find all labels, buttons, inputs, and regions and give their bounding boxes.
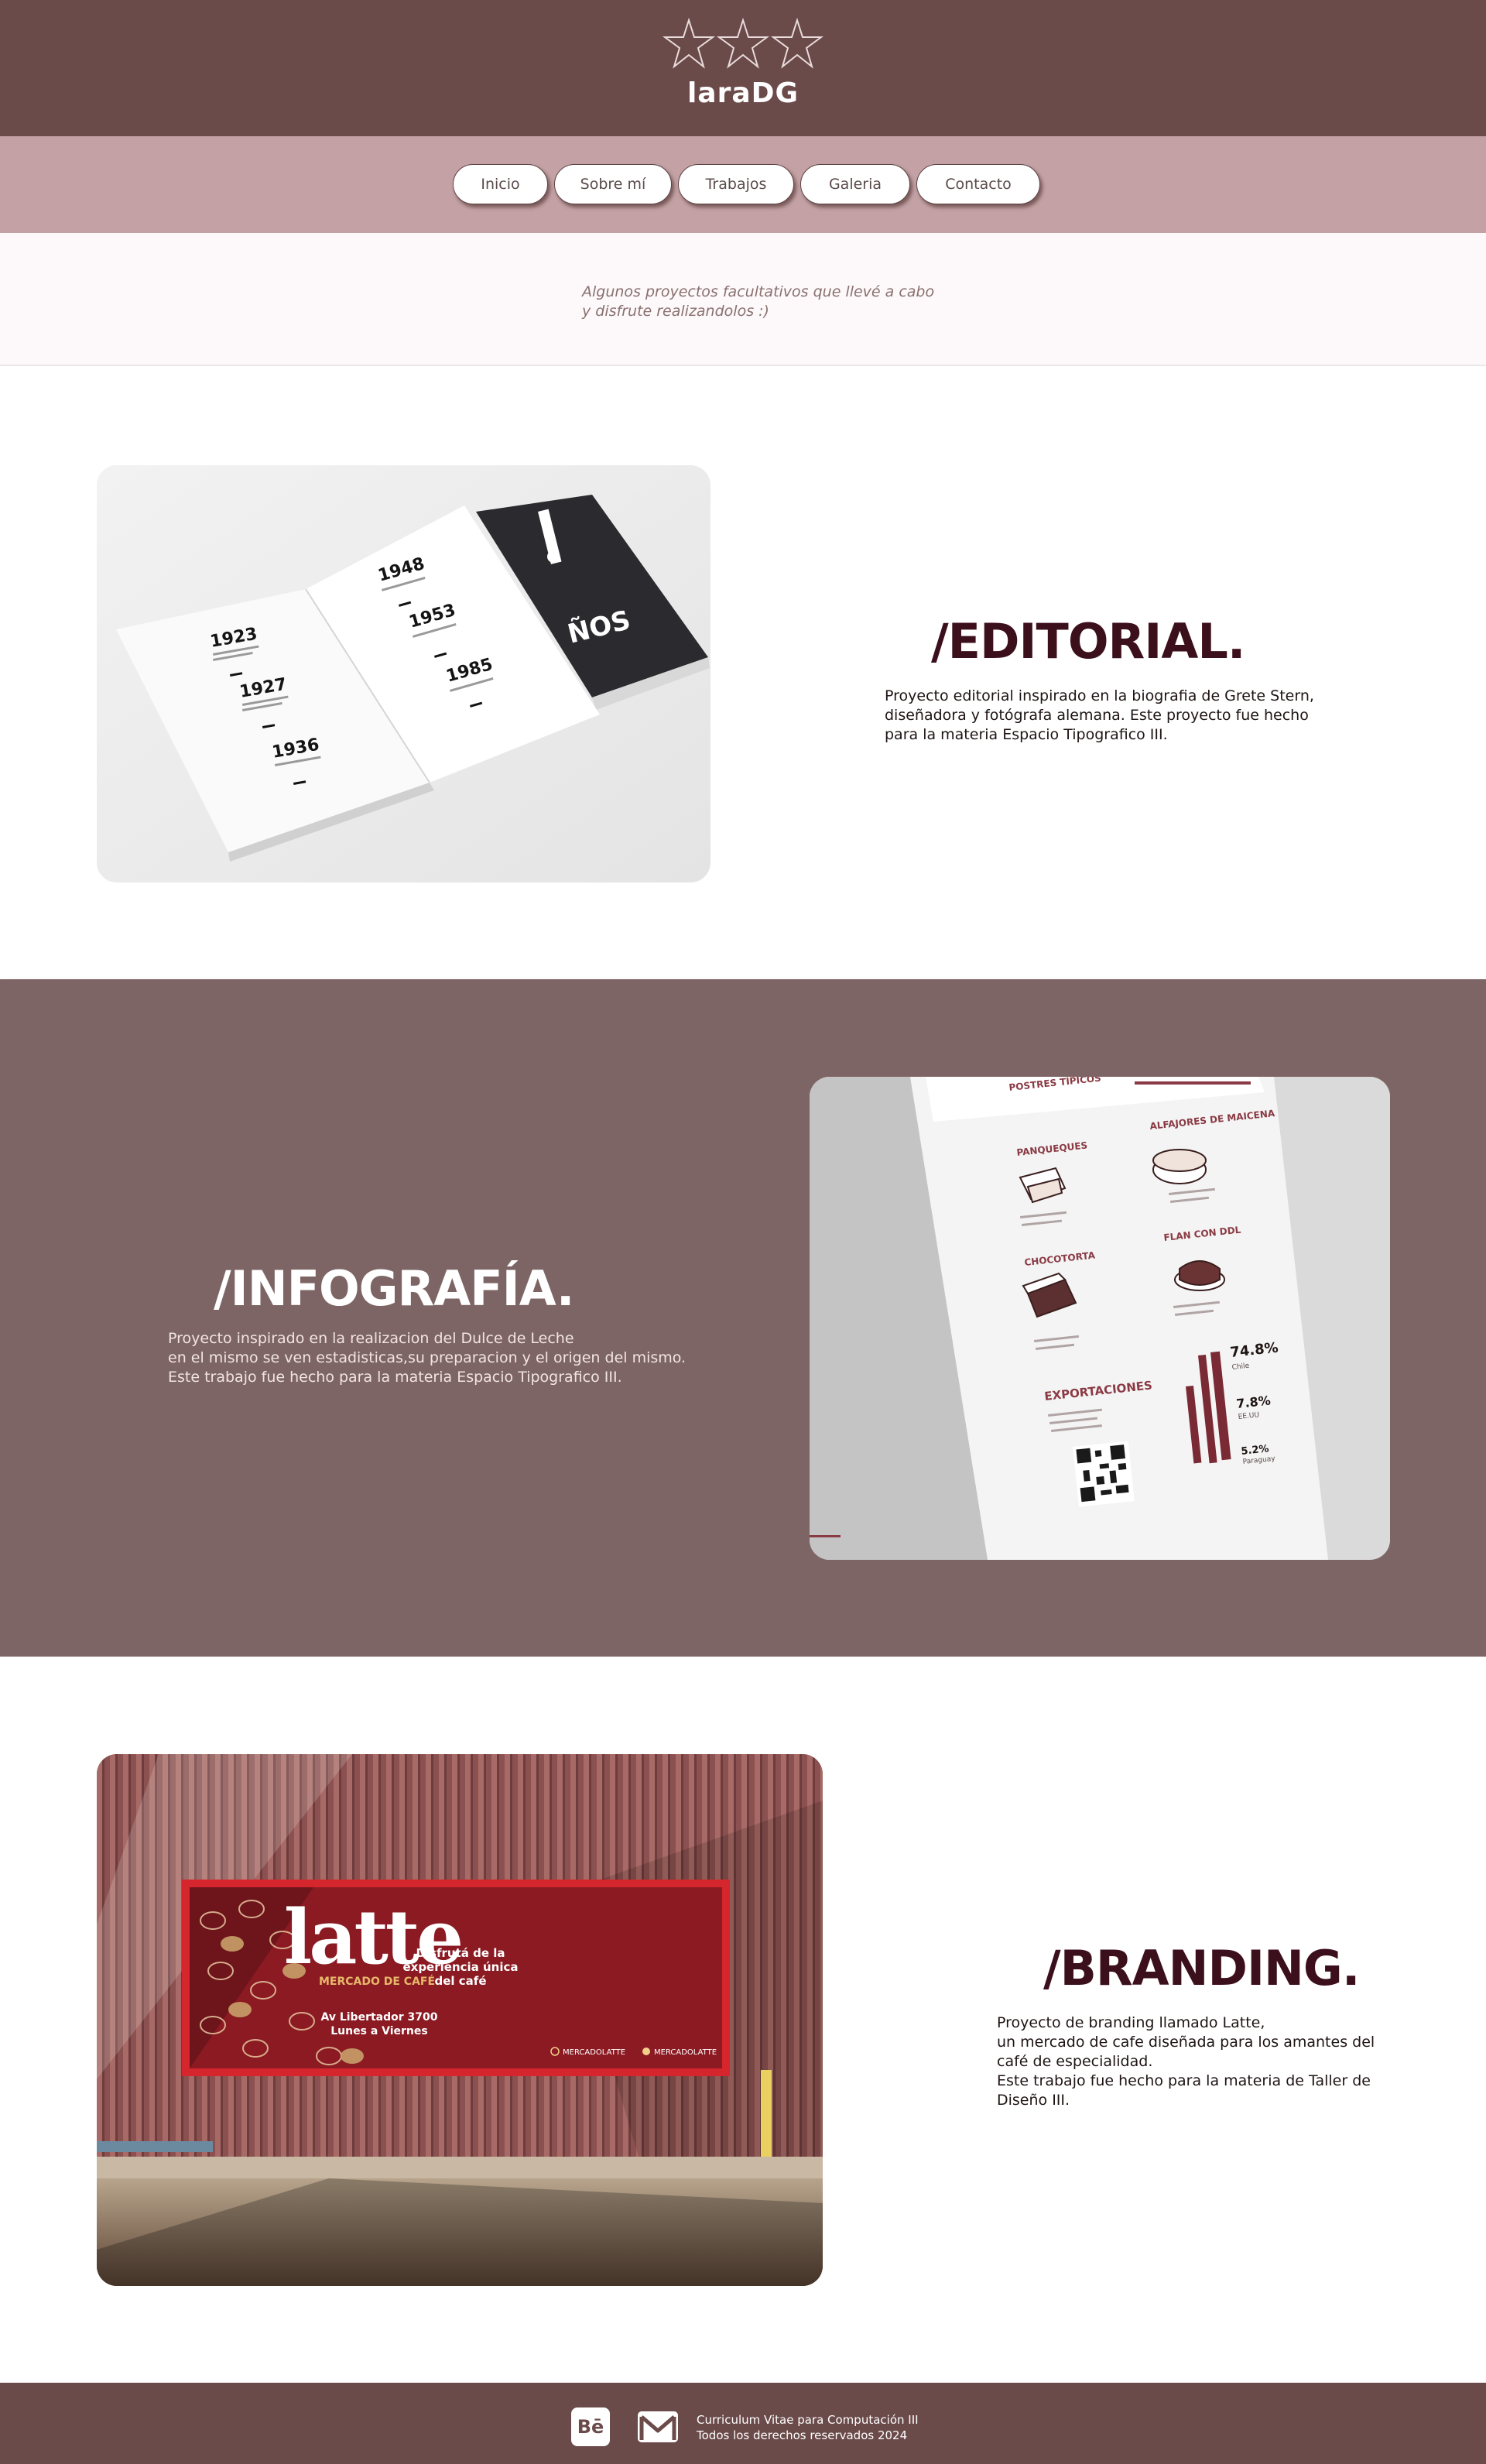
billboard-social: MERCADOLATTE: [563, 2048, 625, 2057]
nav-bar: Inicio Sobre mí Trabajos Galeria Contact…: [0, 136, 1486, 233]
site-footer: Bē Curriculum Vitae para Computación III…: [0, 2383, 1486, 2464]
editorial-section: ÑOS 1923 1927 1936 1948 1953 1985 /EDITO…: [0, 368, 1486, 979]
branding-billboard-image[interactable]: latte MERCADO DE CAFÉ Disfrutá de la exp…: [97, 1754, 823, 2286]
site-header: laraDG: [0, 0, 1486, 136]
footer-text: Curriculum Vitae para Computación III To…: [697, 2412, 919, 2443]
infografia-desc-line: en el mismo se ven estadisticas,su prepa…: [168, 1349, 687, 1366]
branding-description: Proyecto de branding llamado Latte, un m…: [997, 2013, 1375, 2110]
infografia-poster-image[interactable]: POSTRES TÍPICOS PANQUEQUES ALFAJORES DE …: [810, 1077, 1390, 1560]
infografia-heading: /INFOGRAFÍA.: [214, 1260, 574, 1317]
billboard-tagline: del café: [435, 1974, 487, 1988]
nav-contacto-button[interactable]: Contacto: [916, 164, 1040, 204]
intro-line-2: y disfrute realizandolos :): [582, 303, 769, 320]
site-title[interactable]: laraDG: [0, 77, 1486, 109]
footer-line-1: Curriculum Vitae para Computación III: [697, 2413, 919, 2427]
infografia-description: Proyecto inspirado en la realizacion del…: [168, 1329, 686, 1387]
latte-subtitle: MERCADO DE CAFÉ: [319, 1975, 435, 1988]
branding-desc-line: café de especialidad.: [997, 2053, 1153, 2070]
gmail-icon[interactable]: [637, 2411, 679, 2443]
editorial-desc-line: Proyecto editorial inspirado en la biogr…: [885, 687, 1314, 704]
nav-galeria-button[interactable]: Galeria: [800, 164, 910, 204]
branding-desc-line: Proyecto de branding llamado Latte,: [997, 2014, 1265, 2031]
intro-text: Algunos proyectos facultativos que llevé…: [582, 283, 969, 321]
billboard-tagline: experiencia única: [402, 1960, 518, 1974]
branding-desc-line: un mercado de cafe diseñada para los ama…: [997, 2034, 1375, 2051]
billboard-hours: Lunes a Viernes: [330, 2025, 427, 2037]
pipe-shape: [97, 2141, 213, 2152]
editorial-desc-line: para la materia Espacio Tipografico III.: [885, 726, 1168, 743]
billboard-social: MERCADOLATTE: [654, 2048, 717, 2057]
intro-line-1: Algunos proyectos facultativos que llevé…: [582, 283, 935, 300]
branding-desc-line: Diseño III.: [997, 2092, 1070, 2109]
infographic-mockup-illustration: POSTRES TÍPICOS PANQUEQUES ALFAJORES DE …: [810, 1077, 1390, 1560]
nav-trabajos-button[interactable]: Trabajos: [678, 164, 794, 204]
nav-list: Inicio Sobre mí Trabajos Galeria Contact…: [453, 164, 1040, 204]
billboard-address: Av Libertador 3700: [321, 2011, 438, 2024]
behance-icon[interactable]: Bē: [571, 2407, 610, 2446]
intro-section: Algunos proyectos facultativos que llevé…: [0, 233, 1486, 366]
editorial-desc-line: diseñadora y fotógrafa alemana. Este pro…: [885, 707, 1309, 724]
book-mockup-illustration: ÑOS 1923 1927 1936 1948 1953 1985: [97, 465, 710, 882]
infografia-section: /INFOGRAFÍA. Proyecto inspirado en la re…: [0, 979, 1486, 1657]
footer-line-2: Todos los derechos reservados 2024: [697, 2428, 908, 2442]
branding-section: latte MERCADO DE CAFÉ Disfrutá de la exp…: [0, 1657, 1486, 2383]
branding-heading: /BRANDING.: [1043, 1940, 1360, 1996]
billboard-tagline: Disfrutá de la: [416, 1946, 505, 1960]
infografia-desc-line: Este trabajo fue hecho para la materia E…: [168, 1369, 622, 1386]
nav-sobre-mi-button[interactable]: Sobre mí: [554, 164, 672, 204]
billboard-mockup-illustration: latte MERCADO DE CAFÉ Disfrutá de la exp…: [97, 1754, 823, 2286]
editorial-book-image[interactable]: ÑOS 1923 1927 1936 1948 1953 1985: [97, 465, 710, 882]
nav-inicio-button[interactable]: Inicio: [453, 164, 548, 204]
editorial-heading: /EDITORIAL.: [931, 613, 1245, 670]
facebook-icon: [642, 2048, 650, 2055]
stars-logo-icon: [662, 17, 824, 69]
editorial-description: Proyecto editorial inspirado en la biogr…: [885, 687, 1314, 745]
branding-desc-line: Este trabajo fue hecho para la materia d…: [997, 2072, 1371, 2089]
infografia-desc-line: Proyecto inspirado en la realizacion del…: [168, 1330, 574, 1347]
qr-code-icon: [1073, 1441, 1135, 1507]
